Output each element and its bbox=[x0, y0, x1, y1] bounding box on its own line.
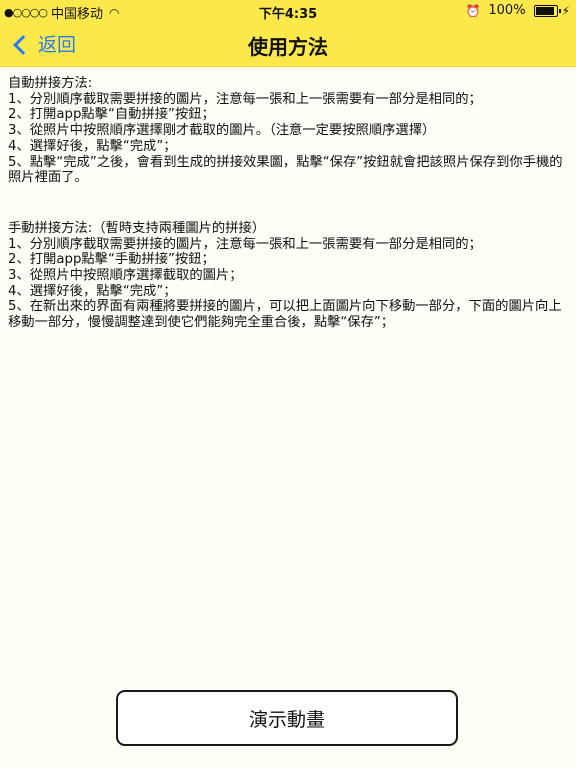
manual-step: 4、選擇好後，點擊“完成”； bbox=[8, 283, 177, 299]
page-title: 使用方法 bbox=[248, 35, 328, 59]
auto-step: 4、選擇好後，點擊“完成”； bbox=[8, 138, 177, 154]
alarm-icon: ⏰ bbox=[465, 3, 481, 18]
instructions-text: 自動拼接方法: 1、分別順序截取需要拼接的圖片，注意每一張和上一張需要有一部分是… bbox=[8, 76, 570, 348]
demo-animation-button[interactable]: 演示動畫 bbox=[116, 690, 458, 746]
auto-step: 1、分別順序截取需要拼接的圖片，注意每一張和上一張需要有一部分是相同的； bbox=[8, 91, 482, 107]
status-right: ⏰ 100% ⚡ bbox=[465, 3, 570, 18]
manual-step: 1、分別順序截取需要拼接的圖片，注意每一張和上一張需要有一部分是相同的； bbox=[8, 236, 482, 252]
auto-step: 2、打開app點擊“自動拼接”按鈕； bbox=[8, 107, 215, 123]
auto-step: 5、點擊“完成”之後，會看到生成的拼接效果圖，點擊“保存”按鈕就會把該照片保存到… bbox=[8, 154, 563, 186]
status-bar: ●○○○○ 中国移动 ◠ 下午4:35 ⏰ 100% ⚡ bbox=[0, 0, 576, 22]
navigation-bar: 返回 使用方法 bbox=[0, 22, 576, 67]
charging-icon: ⚡ bbox=[561, 3, 570, 18]
auto-step: 3、從照片中按照順序選擇剛才截取的圖片。（注意一定要按照順序選擇） bbox=[8, 123, 436, 139]
auto-title: 自動拼接方法: bbox=[8, 76, 93, 91]
battery-icon bbox=[533, 4, 561, 17]
battery-percent: 100% bbox=[488, 3, 526, 18]
auto-section: 自動拼接方法: 1、分別順序截取需要拼接的圖片，注意每一張和上一張需要有一部分是… bbox=[8, 76, 570, 186]
manual-step: 5、在新出來的界面有兩種將要拼接的圖片，可以把上面圖片向下移動一部分，下面的圖片… bbox=[8, 299, 562, 331]
manual-step: 2、打開app點擊“手動拼接”按鈕； bbox=[8, 252, 215, 268]
manual-title: 手動拼接方法:（暫時支持兩種圖片的拼接） bbox=[8, 220, 266, 236]
manual-step: 3、從照片中按照順序選擇截取的圖片； bbox=[8, 268, 243, 284]
manual-section: 手動拼接方法:（暫時支持兩種圖片的拼接） 1、分別順序截取需要拼接的圖片，注意每… bbox=[8, 221, 570, 331]
